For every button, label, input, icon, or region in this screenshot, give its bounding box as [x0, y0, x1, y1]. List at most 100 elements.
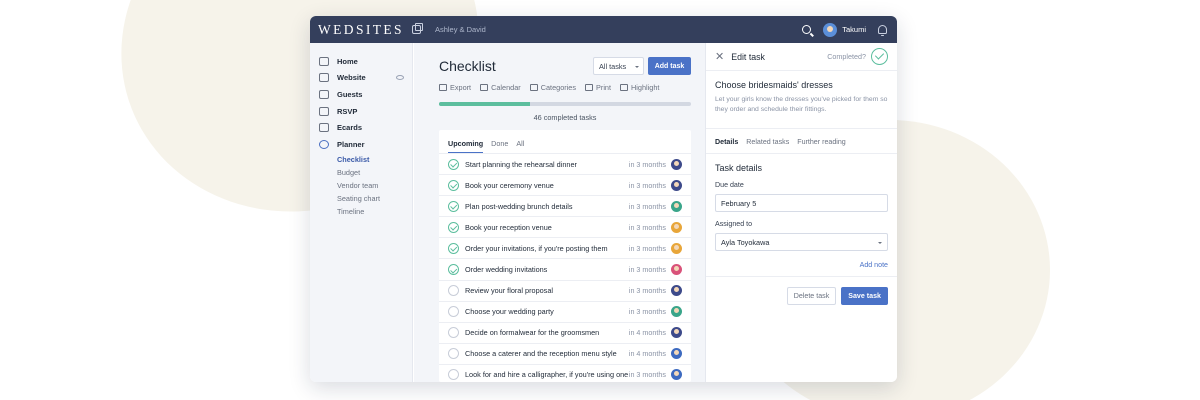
task-name: Choose your wedding party: [465, 307, 554, 317]
sidebar-item-website[interactable]: Website: [310, 70, 412, 87]
assignee-avatar[interactable]: [671, 158, 682, 170]
progress-fill: [439, 102, 530, 106]
assignee-avatar[interactable]: [671, 348, 682, 360]
sidebar-item-home[interactable]: Home: [310, 53, 412, 70]
task-checkbox[interactable]: [448, 348, 459, 360]
assignee-avatar[interactable]: [671, 306, 682, 318]
sidebar: Home Website Guests RSVP Ecards Planner …: [310, 43, 413, 382]
brand-logo[interactable]: WEDSITES: [318, 22, 404, 38]
print-button[interactable]: Print: [585, 83, 611, 92]
tab-upcoming[interactable]: Upcoming: [448, 139, 484, 153]
task-checkbox[interactable]: [448, 369, 459, 381]
assignee-avatar[interactable]: [671, 327, 682, 339]
assigned-to-label: Assigned to: [715, 220, 753, 228]
sidebar-item-label: Ecards: [337, 123, 363, 133]
task-checkbox-checked[interactable]: [448, 221, 459, 233]
sidebar-subitem-checklist[interactable]: Checklist: [310, 153, 412, 166]
task-checkbox-checked[interactable]: [448, 200, 459, 212]
task-name: Choose a caterer and the reception menu …: [465, 349, 617, 359]
task-checkbox[interactable]: [448, 285, 459, 297]
task-checkbox-checked[interactable]: [448, 158, 459, 170]
user-avatar[interactable]: [823, 22, 838, 37]
task-row[interactable]: Decide on formalwear for the groomsmen in…: [439, 323, 691, 344]
assignee-avatar[interactable]: [671, 285, 682, 297]
task-row[interactable]: Start planning the rehearsal dinner in 3 …: [439, 154, 691, 176]
tab-related-tasks[interactable]: Related tasks: [746, 138, 789, 153]
assigned-to-select[interactable]: Ayla Toyokawa: [715, 233, 888, 251]
ecard-icon: [319, 123, 329, 133]
tool-label: Highlight: [631, 83, 660, 92]
search-icon[interactable]: [802, 25, 812, 34]
task-checkbox[interactable]: [448, 306, 459, 318]
assignee-avatar[interactable]: [671, 179, 682, 191]
rsvp-icon: [319, 106, 329, 116]
task-name: Book your ceremony venue: [465, 180, 554, 190]
sidebar-item-label: RSVP: [337, 106, 358, 116]
task-due: in 3 months: [628, 222, 666, 232]
task-row[interactable]: Plan post-wedding brunch details in 3 mon…: [439, 196, 691, 218]
task-due: in 3 months: [628, 243, 666, 253]
sidebar-subitem-budget[interactable]: Budget: [310, 166, 412, 179]
task-checkbox-checked[interactable]: [448, 179, 459, 191]
tab-further-reading[interactable]: Further reading: [797, 138, 846, 153]
sidebar-item-ecards[interactable]: Ecards: [310, 119, 412, 136]
panel-header: ✕ Edit task Completed?: [706, 43, 897, 71]
sidebar-item-label: Planner: [337, 139, 365, 149]
assignee-avatar[interactable]: [671, 242, 682, 254]
assignee-avatar[interactable]: [671, 369, 682, 381]
assignee-avatar[interactable]: [671, 221, 682, 233]
sidebar-item-rsvp[interactable]: RSVP: [310, 103, 412, 120]
sidebar-item-guests[interactable]: Guests: [310, 86, 412, 103]
task-title: Choose bridesmaids' dresses: [715, 80, 833, 90]
task-row[interactable]: Book your ceremony venue in 3 months: [439, 175, 691, 197]
task-row[interactable]: Look for and hire a calligrapher, if you…: [439, 365, 691, 382]
tool-label: Calendar: [491, 83, 521, 92]
edit-task-panel: ✕ Edit task Completed? Choose bridesmaid…: [705, 43, 897, 382]
calendar-button[interactable]: Calendar: [480, 83, 521, 92]
add-task-button[interactable]: Add task: [648, 57, 691, 75]
tab-done[interactable]: Done: [491, 139, 508, 153]
sidebar-item-planner[interactable]: Planner: [310, 136, 412, 153]
sidebar-subitem-seating-chart[interactable]: Seating chart: [310, 192, 412, 205]
task-list-card: Upcoming Done All Start planning the reh…: [439, 130, 691, 382]
due-date-input[interactable]: February 5: [715, 194, 888, 212]
bell-icon[interactable]: [878, 25, 887, 36]
save-task-button[interactable]: Save task: [841, 287, 888, 305]
monitor-icon: [319, 73, 329, 83]
task-row[interactable]: Choose your wedding party in 3 months: [439, 302, 691, 323]
task-due: in 3 months: [628, 307, 666, 317]
sidebar-subitem-timeline[interactable]: Timeline: [310, 205, 412, 218]
mark-complete-toggle[interactable]: [871, 48, 888, 65]
copy-icon[interactable]: [411, 22, 423, 34]
task-name: Plan post-wedding brunch details: [465, 201, 573, 211]
task-checkbox-checked[interactable]: [448, 264, 459, 276]
sidebar-item-label: Home: [337, 56, 358, 66]
task-due: in 3 months: [628, 159, 666, 169]
close-icon[interactable]: ✕: [715, 50, 724, 63]
eye-icon[interactable]: [396, 74, 404, 80]
tool-label: Print: [596, 83, 612, 92]
task-description: Let your girls know the dresses you've p…: [715, 96, 888, 113]
tab-all[interactable]: All: [516, 139, 524, 153]
sidebar-subitem-vendor-team[interactable]: Vendor team: [310, 179, 412, 192]
completed-count: 46 completed tasks: [533, 113, 597, 122]
task-row[interactable]: Order your invitations, if you're postin…: [439, 238, 691, 260]
assignee-avatar[interactable]: [671, 200, 682, 212]
task-checkbox-checked[interactable]: [448, 242, 459, 254]
task-filter-select[interactable]: All tasks: [593, 57, 644, 75]
guests-icon: [319, 89, 329, 99]
tab-details[interactable]: Details: [715, 138, 738, 153]
task-row[interactable]: Review your floral proposal in 3 months: [439, 281, 691, 302]
assignee-avatar[interactable]: [671, 264, 682, 276]
highlight-button[interactable]: Highlight: [620, 83, 659, 92]
task-row[interactable]: Order wedding invitations in 3 months: [439, 259, 691, 281]
task-row[interactable]: Choose a caterer and the reception menu …: [439, 344, 691, 365]
export-button[interactable]: Export: [439, 83, 471, 92]
categories-button[interactable]: Categories: [529, 83, 576, 92]
user-name[interactable]: Takumi: [842, 25, 866, 34]
task-due: in 3 months: [628, 265, 666, 275]
task-row[interactable]: Book your reception venue in 3 months: [439, 217, 691, 239]
task-checkbox[interactable]: [448, 327, 459, 339]
add-note-link[interactable]: Add note: [706, 251, 897, 277]
delete-task-button[interactable]: Delete task: [786, 287, 837, 305]
